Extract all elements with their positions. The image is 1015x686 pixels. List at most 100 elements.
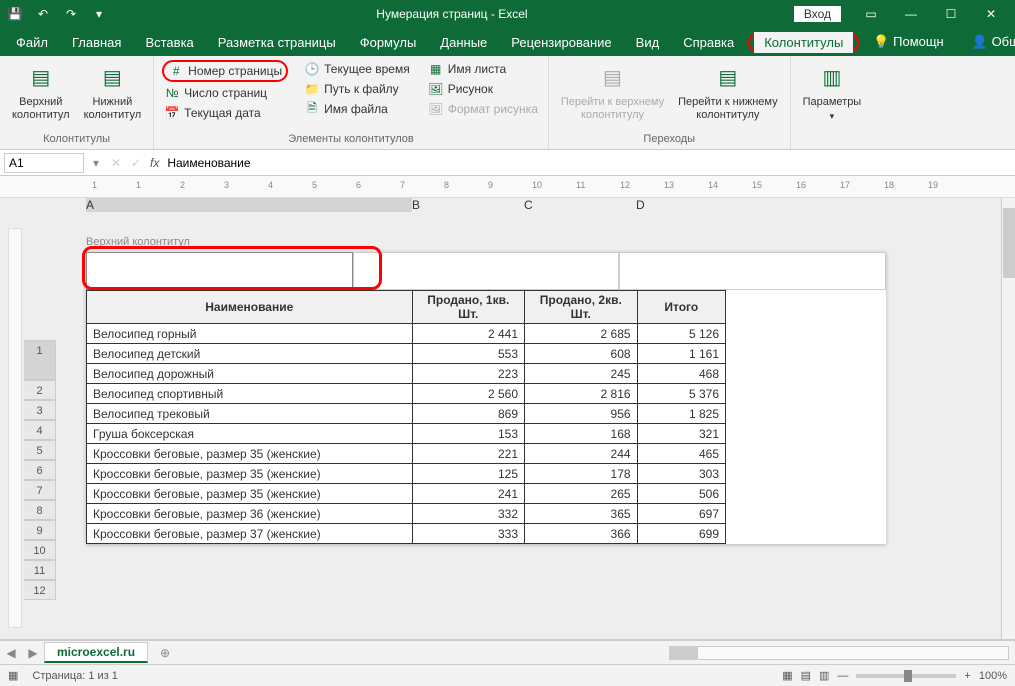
cell-q2[interactable]: 608 (525, 344, 638, 364)
add-sheet-icon[interactable]: ⊕ (154, 646, 176, 660)
cell-q1[interactable]: 153 (412, 424, 525, 444)
cell-name[interactable]: Груша боксерская (87, 424, 413, 444)
redo-icon[interactable]: ↷ (60, 3, 82, 25)
vscroll-thumb[interactable] (1003, 208, 1015, 278)
cell-name[interactable]: Велосипед детский (87, 344, 413, 364)
th-q1[interactable]: Продано, 1кв. Шт. (412, 291, 525, 324)
cell-q2[interactable]: 365 (525, 504, 638, 524)
row-header[interactable]: 7 (24, 480, 56, 500)
cell-q2[interactable]: 245 (525, 364, 638, 384)
tab-pagelayout[interactable]: Разметка страницы (208, 32, 346, 53)
row-header[interactable]: 8 (24, 500, 56, 520)
cell-total[interactable]: 1 825 (637, 404, 725, 424)
header-button[interactable]: ▤Верхний колонтитул (8, 60, 74, 124)
tab-headfoot[interactable]: Колонтитулы (754, 32, 853, 53)
zoom-thumb[interactable] (904, 670, 912, 682)
cell-q2[interactable]: 956 (525, 404, 638, 424)
sheetname-button[interactable]: ▦Имя листа (426, 60, 540, 78)
tab-insert[interactable]: Вставка (135, 32, 203, 53)
sheet-area[interactable]: A B C D 123456789101112 Верхний колонтит… (0, 198, 1001, 639)
namebox-dropdown-icon[interactable]: ▾ (86, 156, 106, 170)
minimize-icon[interactable]: — (891, 0, 931, 28)
zoom-slider[interactable] (856, 674, 956, 678)
sheet-nav-next-icon[interactable]: ▶ (22, 646, 44, 660)
enter-icon[interactable]: ✓ (126, 156, 146, 170)
tab-help[interactable]: Справка (673, 32, 744, 53)
row-header[interactable]: 2 (24, 380, 56, 400)
picture-button[interactable]: 🖼Рисунок (426, 80, 540, 98)
th-name[interactable]: Наименование (87, 291, 413, 324)
tellme-button[interactable]: 💡 Помощн (863, 31, 953, 53)
cell-q1[interactable]: 221 (412, 444, 525, 464)
cell-total[interactable]: 699 (637, 524, 725, 544)
undo-icon[interactable]: ↶ (32, 3, 54, 25)
cell-total[interactable]: 5 126 (637, 324, 725, 344)
tab-view[interactable]: Вид (626, 32, 670, 53)
pagecount-button[interactable]: №Число страниц (162, 84, 288, 102)
ribbon-display-icon[interactable]: ▭ (851, 0, 891, 28)
formula-input[interactable] (163, 154, 1015, 172)
share-button[interactable]: 👤 Общий доступ (962, 31, 1015, 53)
view-normal-icon[interactable]: ▦ (782, 669, 792, 682)
cell-q1[interactable]: 869 (412, 404, 525, 424)
header-right-cell[interactable] (619, 252, 886, 290)
row-header[interactable]: 4 (24, 420, 56, 440)
cell-name[interactable]: Кроссовки беговые, размер 37 (женские) (87, 524, 413, 544)
cell-total[interactable]: 468 (637, 364, 725, 384)
row-header[interactable]: 12 (24, 580, 56, 600)
cell-q1[interactable]: 223 (412, 364, 525, 384)
cell-total[interactable]: 465 (637, 444, 725, 464)
cell-q1[interactable]: 553 (412, 344, 525, 364)
name-box[interactable] (4, 153, 84, 173)
sheet-nav-prev-icon[interactable]: ◀ (0, 646, 22, 660)
cell-q2[interactable]: 366 (525, 524, 638, 544)
view-pagelayout-icon[interactable]: ▤ (801, 669, 811, 682)
qat-dropdown-icon[interactable]: ▾ (88, 3, 110, 25)
gotobottom-button[interactable]: ▤Перейти к нижнему колонтитулу (674, 60, 781, 124)
cell-q2[interactable]: 168 (525, 424, 638, 444)
cell-q1[interactable]: 2 560 (412, 384, 525, 404)
tab-data[interactable]: Данные (430, 32, 497, 53)
cell-q2[interactable]: 265 (525, 484, 638, 504)
cell-q2[interactable]: 2 685 (525, 324, 638, 344)
row-header[interactable]: 9 (24, 520, 56, 540)
th-total[interactable]: Итого (637, 291, 725, 324)
cell-name[interactable]: Велосипед трековый (87, 404, 413, 424)
cell-name[interactable]: Кроссовки беговые, размер 35 (женские) (87, 444, 413, 464)
cell-q2[interactable]: 2 816 (525, 384, 638, 404)
cell-q2[interactable]: 178 (525, 464, 638, 484)
cell-q1[interactable]: 333 (412, 524, 525, 544)
col-header-b[interactable]: B (412, 198, 524, 212)
col-header-a[interactable]: A (86, 198, 412, 212)
th-q2[interactable]: Продано, 2кв. Шт. (525, 291, 638, 324)
col-header-d[interactable]: D (636, 198, 724, 212)
cell-name[interactable]: Кроссовки беговые, размер 35 (женские) (87, 464, 413, 484)
cell-total[interactable]: 697 (637, 504, 725, 524)
cell-q2[interactable]: 244 (525, 444, 638, 464)
cell-name[interactable]: Велосипед спортивный (87, 384, 413, 404)
zoom-level[interactable]: 100% (979, 670, 1007, 682)
hscroll-thumb[interactable] (670, 647, 698, 659)
cell-q1[interactable]: 125 (412, 464, 525, 484)
header-center-cell[interactable] (353, 252, 620, 290)
cancel-icon[interactable]: ✕ (106, 156, 126, 170)
zoom-out-icon[interactable]: — (837, 670, 848, 682)
tab-review[interactable]: Рецензирование (501, 32, 621, 53)
options-button[interactable]: ▥Параметры▾ (799, 60, 866, 124)
row-header[interactable]: 10 (24, 540, 56, 560)
curtime-button[interactable]: 🕒Текущее время (302, 60, 412, 78)
row-header[interactable]: 6 (24, 460, 56, 480)
row-header[interactable]: 11 (24, 560, 56, 580)
vertical-scrollbar[interactable] (1001, 198, 1015, 639)
cell-name[interactable]: Кроссовки беговые, размер 36 (женские) (87, 504, 413, 524)
zoom-in-icon[interactable]: + (964, 670, 970, 682)
row-header[interactable]: 3 (24, 400, 56, 420)
filepath-button[interactable]: 📁Путь к файлу (302, 80, 412, 98)
fx-icon[interactable]: fx (146, 156, 163, 170)
row-header[interactable]: 1 (24, 340, 56, 380)
col-header-c[interactable]: C (524, 198, 636, 212)
page-mode-icon[interactable]: ▦ (8, 669, 18, 682)
maximize-icon[interactable]: ☐ (931, 0, 971, 28)
save-icon[interactable]: 💾 (4, 3, 26, 25)
sheet-tab[interactable]: microexcel.ru (44, 642, 148, 663)
